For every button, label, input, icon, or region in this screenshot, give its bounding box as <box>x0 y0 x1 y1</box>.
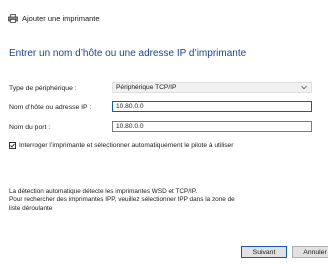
port-name-input[interactable]: 10.80.0.0 <box>112 121 312 132</box>
title-bar: Ajouter une imprimante <box>8 10 100 26</box>
auto-select-label: Interroger l’imprimante et sélectionner … <box>19 142 234 149</box>
device-type-label: Type de périphérique : <box>9 84 77 92</box>
window-title: Ajouter une imprimante <box>22 13 100 23</box>
auto-select-checkbox[interactable] <box>9 142 16 149</box>
hostname-input[interactable]: 10.80.0.0 <box>112 101 312 112</box>
next-button[interactable]: Suivant <box>241 246 287 258</box>
hostname-row: Nom d’hôte ou adresse IP : <box>9 101 112 113</box>
auto-select-driver-option[interactable]: Interroger l’imprimante et sélectionner … <box>9 142 233 149</box>
device-type-value: Périphérique TCP/IP <box>116 84 177 91</box>
hostname-label: Nom d’hôte ou adresse IP : <box>9 103 92 111</box>
port-value: 10.80.0.0 <box>116 123 144 130</box>
device-type-select[interactable]: Périphérique TCP/IP <box>112 82 312 93</box>
info-line-1: La détection automatique détecte les imp… <box>9 188 198 195</box>
info-line-3: liste déroulante <box>9 204 53 212</box>
device-type-row: Type de périphérique : <box>9 82 112 94</box>
info-line-2: Pour rechercher des imprimantes IPP, veu… <box>9 196 235 204</box>
port-label: Nom du port : <box>9 123 51 131</box>
add-printer-dialog: Ajouter une imprimante Entrer un nom d’h… <box>0 0 328 264</box>
page-heading: Entrer un nom d’hôte ou une adresse IP d… <box>9 48 247 59</box>
port-row: Nom du port : <box>9 121 112 133</box>
hostname-value: 10.80.0.0 <box>116 103 144 110</box>
chevron-down-icon <box>301 85 307 92</box>
printer-icon <box>8 13 18 23</box>
info-text: La détection automatique détecte les imp… <box>9 188 235 213</box>
cancel-button[interactable]: Annuler <box>292 246 328 258</box>
